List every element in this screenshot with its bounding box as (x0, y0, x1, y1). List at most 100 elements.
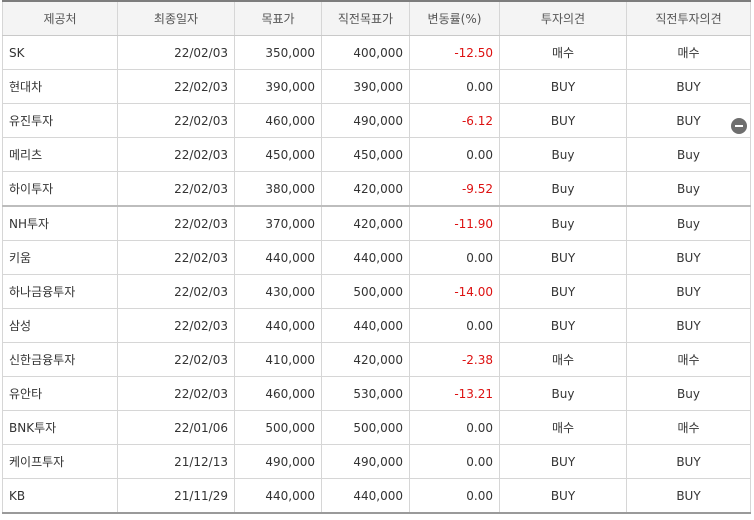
opinion-cell: BUY (499, 69, 627, 104)
target-price-cell: 430,000 (234, 274, 322, 309)
table-row: 삼성 22/02/03 440,000 440,000 0.00 BUY BUY (2, 308, 751, 343)
table-row: 케이프투자 21/12/13 490,000 490,000 0.00 BUY BUY (2, 444, 751, 479)
provider-cell: 케이프투자 (2, 444, 118, 479)
provider-cell: 신한금융투자 (2, 342, 118, 377)
table-row: KB 21/11/29 440,000 440,000 0.00 BUY BUY (2, 478, 751, 514)
provider-cell: NH투자 (2, 206, 118, 241)
prev-target-price-cell: 440,000 (321, 240, 410, 275)
table-header-row: 제공처 최종일자 목표가 직전목표가 변동률(%) 투자의견 직전투자의견 (2, 0, 751, 36)
opinion-cell: BUY (499, 444, 627, 479)
date-cell: 22/02/03 (117, 206, 235, 241)
prev-opinion-cell: BUY (626, 69, 751, 104)
target-price-cell: 460,000 (234, 376, 322, 411)
change-rate-cell: -11.90 (409, 206, 500, 241)
prev-opinion-cell: Buy (626, 206, 751, 241)
minus-circle-icon[interactable] (731, 118, 747, 134)
table-row: 하이투자 22/02/03 380,000 420,000 -9.52 Buy Buy (2, 171, 751, 207)
header-change: 변동률(%) (409, 0, 500, 36)
table-row: BNK투자 22/01/06 500,000 500,000 0.00 매수 매수 (2, 410, 751, 445)
target-price-cell: 380,000 (234, 171, 322, 207)
change-rate-cell: 0.00 (409, 444, 500, 479)
provider-cell: 메리츠 (2, 137, 118, 172)
prev-target-price-cell: 500,000 (321, 410, 410, 445)
opinion-cell: BUY (499, 274, 627, 309)
date-cell: 21/11/29 (117, 478, 235, 514)
date-cell: 22/02/03 (117, 69, 235, 104)
prev-opinion-cell: Buy (626, 137, 751, 172)
prev-opinion-cell: 매수 (626, 342, 751, 377)
date-cell: 22/02/03 (117, 171, 235, 207)
date-cell: 22/02/03 (117, 376, 235, 411)
prev-opinion-cell: 매수 (626, 410, 751, 445)
prev-opinion-cell: BUY (626, 308, 751, 343)
target-price-cell: 460,000 (234, 103, 322, 138)
opinion-cell: Buy (499, 206, 627, 241)
prev-target-price-cell: 490,000 (321, 444, 410, 479)
opinion-cell: BUY (499, 478, 627, 514)
date-cell: 22/01/06 (117, 410, 235, 445)
target-price-cell: 370,000 (234, 206, 322, 241)
target-price-cell: 440,000 (234, 308, 322, 343)
provider-cell: 키움 (2, 240, 118, 275)
change-rate-cell: -6.12 (409, 103, 500, 138)
opinion-cell: BUY (499, 308, 627, 343)
header-provider: 제공처 (2, 0, 118, 36)
date-cell: 22/02/03 (117, 342, 235, 377)
provider-cell: 삼성 (2, 308, 118, 343)
target-price-cell: 350,000 (234, 35, 322, 70)
provider-cell: 하이투자 (2, 171, 118, 207)
prev-target-price-cell: 390,000 (321, 69, 410, 104)
date-cell: 21/12/13 (117, 444, 235, 479)
change-rate-cell: 0.00 (409, 478, 500, 514)
prev-opinion-cell: 매수 (626, 35, 751, 70)
provider-cell: 유진투자 (2, 103, 118, 138)
change-rate-cell: -9.52 (409, 171, 500, 207)
opinion-cell: 매수 (499, 342, 627, 377)
opinion-cell: Buy (499, 376, 627, 411)
opinion-cell: BUY (499, 103, 627, 138)
table-row: SK 22/02/03 350,000 400,000 -12.50 매수 매수 (2, 35, 751, 70)
change-rate-cell: -13.21 (409, 376, 500, 411)
prev-target-price-cell: 490,000 (321, 103, 410, 138)
target-price-cell: 450,000 (234, 137, 322, 172)
header-prev-opinion: 직전투자의견 (626, 0, 751, 36)
opinion-cell: Buy (499, 137, 627, 172)
header-date: 최종일자 (117, 0, 235, 36)
opinion-cell: 매수 (499, 410, 627, 445)
target-price-cell: 440,000 (234, 478, 322, 514)
prev-target-price-cell: 450,000 (321, 137, 410, 172)
target-price-cell: 440,000 (234, 240, 322, 275)
table-row: 메리츠 22/02/03 450,000 450,000 0.00 Buy Buy (2, 137, 751, 172)
provider-cell: BNK투자 (2, 410, 118, 445)
prev-target-price-cell: 420,000 (321, 206, 410, 241)
provider-cell: 하나금융투자 (2, 274, 118, 309)
change-rate-cell: 0.00 (409, 69, 500, 104)
date-cell: 22/02/03 (117, 240, 235, 275)
target-price-cell: 500,000 (234, 410, 322, 445)
change-rate-cell: 0.00 (409, 410, 500, 445)
date-cell: 22/02/03 (117, 137, 235, 172)
provider-cell: KB (2, 478, 118, 514)
table-row: 유진투자 22/02/03 460,000 490,000 -6.12 BUY BUY (2, 103, 751, 138)
table-row: 신한금융투자 22/02/03 410,000 420,000 -2.38 매수 매수 (2, 342, 751, 377)
provider-cell: 현대차 (2, 69, 118, 104)
header-opinion: 투자의견 (499, 0, 627, 36)
table-row: 현대차 22/02/03 390,000 390,000 0.00 BUY BUY (2, 69, 751, 104)
change-rate-cell: 0.00 (409, 137, 500, 172)
prev-opinion-cell: BUY (626, 240, 751, 275)
table-row: 하나금융투자 22/02/03 430,000 500,000 -14.00 BUY BUY (2, 274, 751, 309)
prev-opinion-cell: Buy (626, 376, 751, 411)
provider-cell: 유안타 (2, 376, 118, 411)
opinion-cell: BUY (499, 240, 627, 275)
change-rate-cell: -2.38 (409, 342, 500, 377)
date-cell: 22/02/03 (117, 35, 235, 70)
header-target: 목표가 (234, 0, 322, 36)
change-rate-cell: 0.00 (409, 308, 500, 343)
prev-target-price-cell: 440,000 (321, 478, 410, 514)
change-rate-cell: -12.50 (409, 35, 500, 70)
provider-cell: SK (2, 35, 118, 70)
prev-target-price-cell: 400,000 (321, 35, 410, 70)
header-prev-target: 직전목표가 (321, 0, 410, 36)
table-row: 유안타 22/02/03 460,000 530,000 -13.21 Buy Buy (2, 376, 751, 411)
prev-target-price-cell: 530,000 (321, 376, 410, 411)
